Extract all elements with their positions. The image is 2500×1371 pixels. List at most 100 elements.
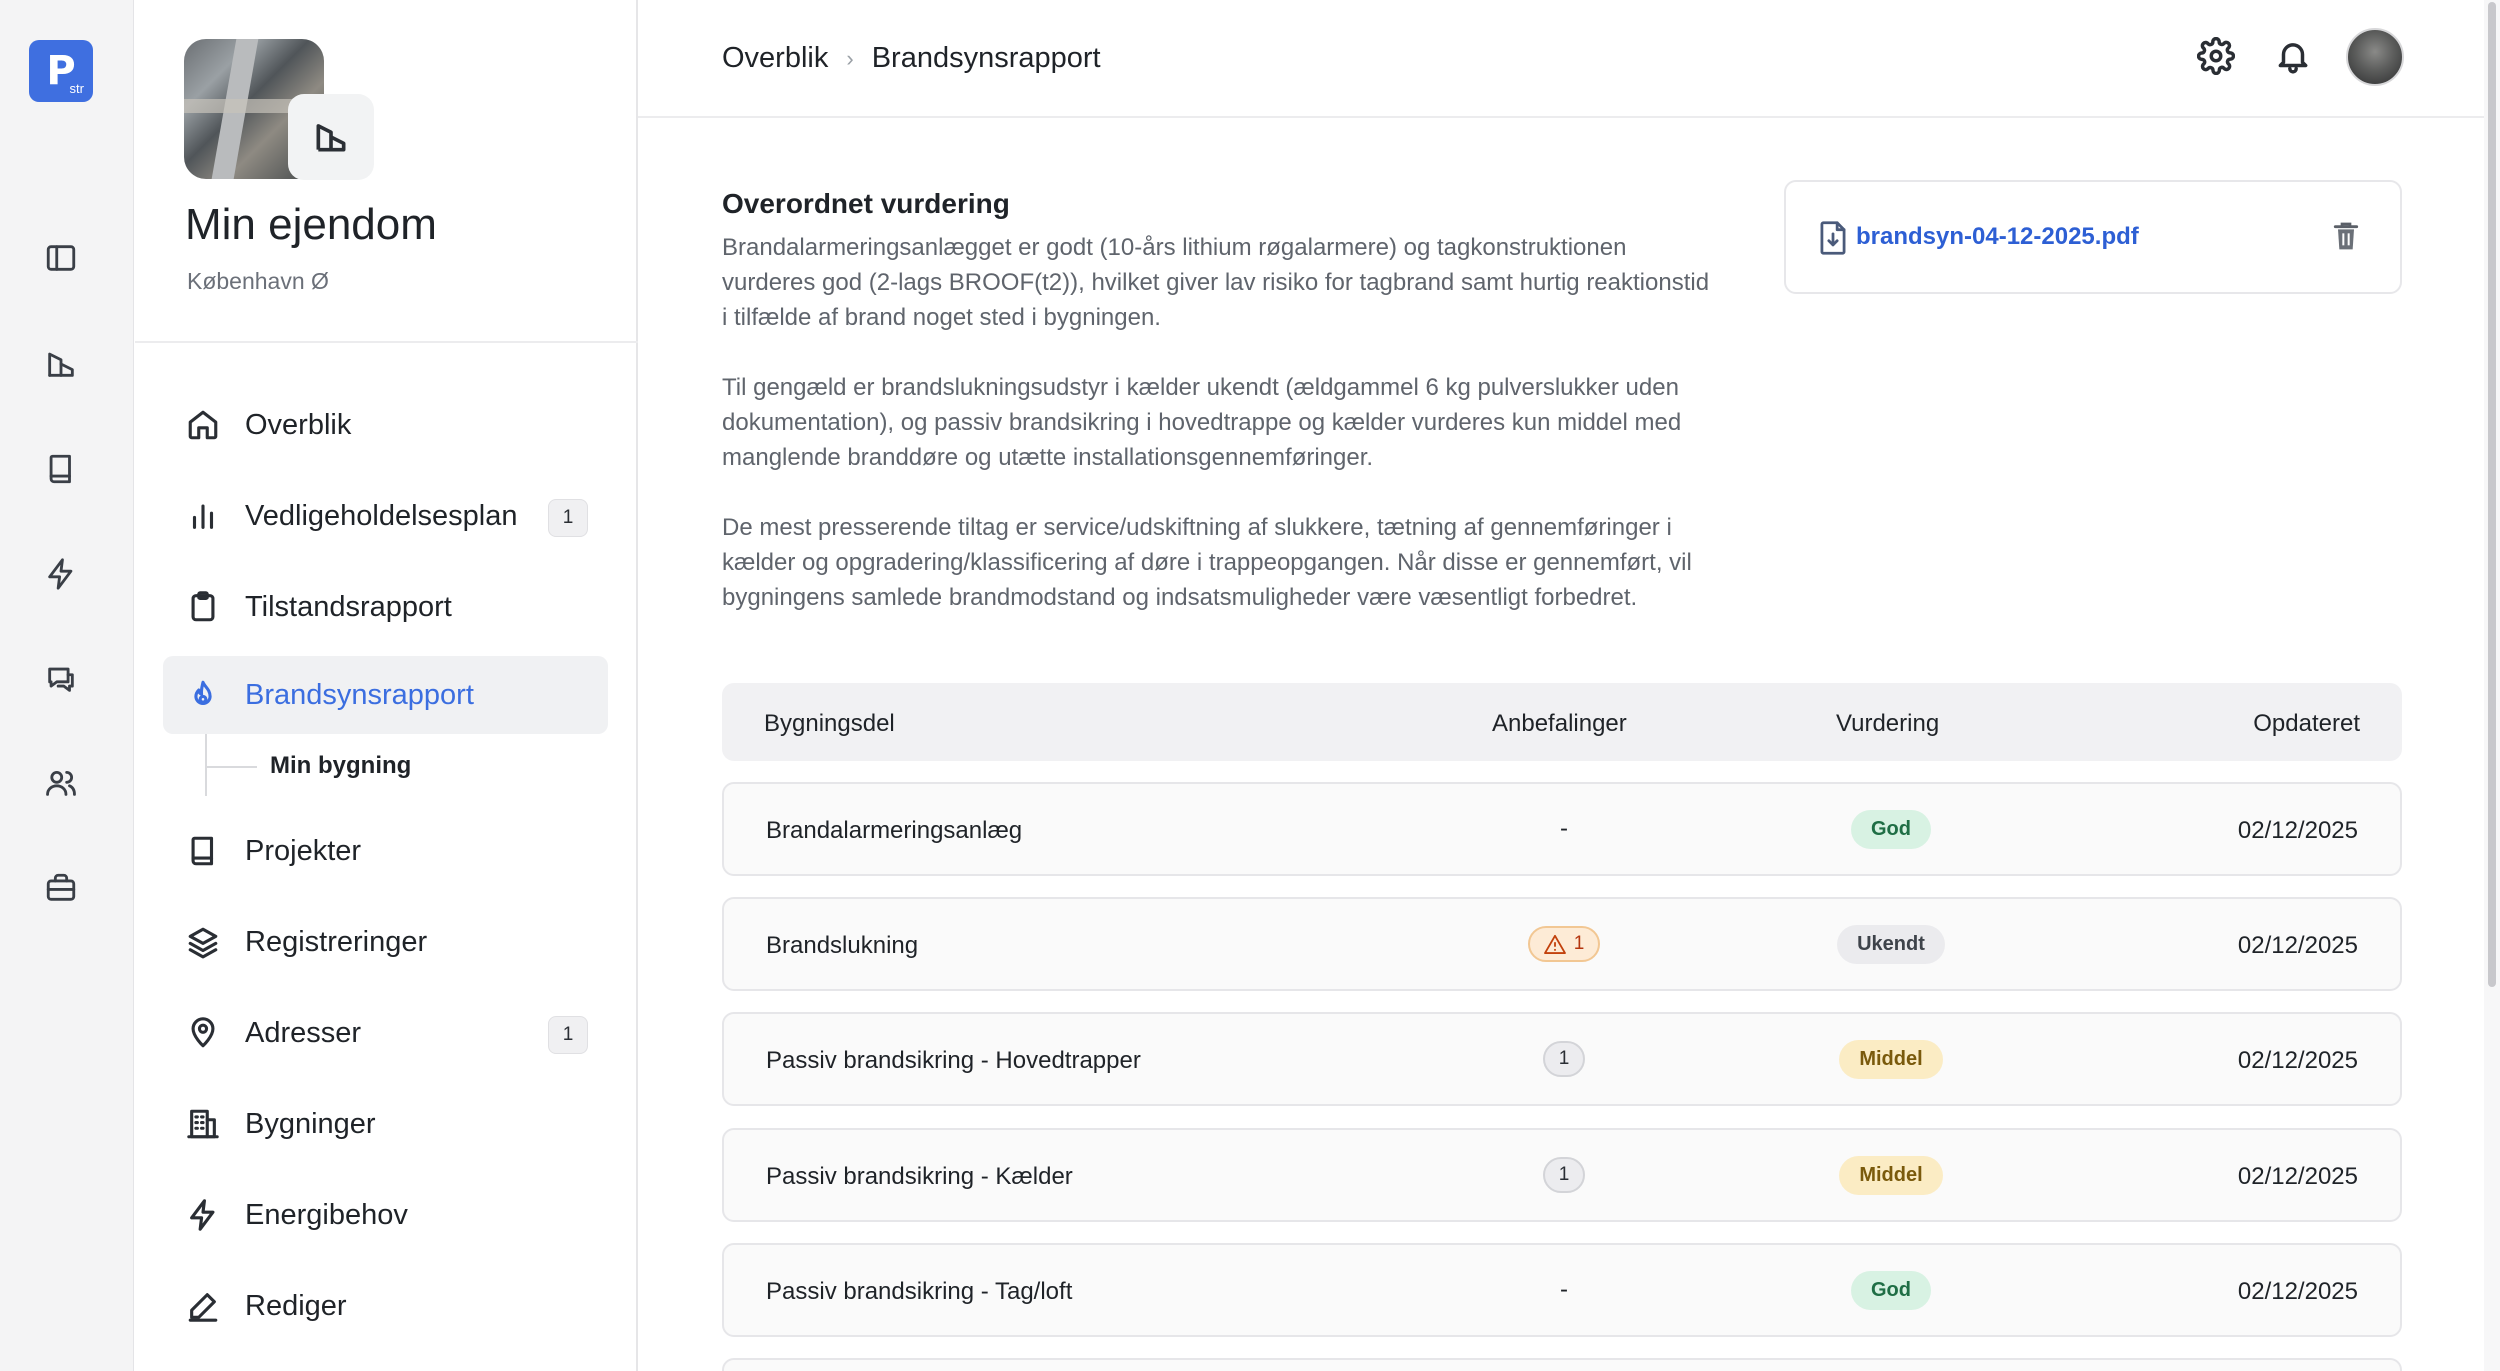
nav-item-brandsynsrapport[interactable]: Brandsynsrapport <box>163 656 608 734</box>
assessment-title: Overordnet vurdering <box>722 188 1010 219</box>
app-rail: P str <box>0 0 134 1371</box>
nav-label: Overblik <box>245 408 352 441</box>
nav-item-adresser[interactable]: Adresser 1 <box>163 994 608 1072</box>
column-header-bygningsdel[interactable]: Bygningsdel <box>764 710 895 738</box>
cell-updated: 02/12/2025 <box>2237 1278 2358 1305</box>
file-download-icon <box>1816 220 1852 256</box>
cell-updated: 02/12/2025 <box>2237 932 2358 959</box>
cell-updated: 02/12/2025 <box>2237 1163 2358 1190</box>
cell-updated: 02/12/2025 <box>2237 1047 2358 1074</box>
sidebar-divider <box>135 341 638 343</box>
office-building-icon <box>183 1104 223 1144</box>
bell-icon[interactable] <box>2271 34 2315 78</box>
cell-part: Passiv brandsikring - Kælder <box>766 1163 1073 1190</box>
property-location: København Ø <box>187 268 329 294</box>
table-row-partial[interactable] <box>722 1358 2402 1371</box>
file-card: brandsyn-04-12-2025.pdf <box>1784 180 2402 294</box>
breadcrumb-root[interactable]: Overblik <box>722 42 828 75</box>
cell-part: Brandslukning <box>766 932 919 959</box>
cell-recommendations: - <box>1560 815 1568 842</box>
cell-recommendations: - <box>1560 1276 1568 1303</box>
nav-item-bygninger[interactable]: Bygninger <box>163 1085 608 1163</box>
chevron-right-icon: › <box>846 45 854 71</box>
paragraph-line: dokumentation), og passiv brandsikring i… <box>722 409 1682 436</box>
table-header: Bygningsdel Anbefalinger Vurdering Opdat… <box>722 683 2402 761</box>
nav-label: Projekter <box>245 834 362 867</box>
paragraph-line: De mest presserende tiltag er service/ud… <box>722 514 1672 541</box>
column-header-opdateret[interactable]: Opdateret <box>2253 710 2360 738</box>
briefcase-icon[interactable] <box>40 867 82 909</box>
recommendation-count-badge: 1 <box>1542 1157 1586 1193</box>
cell-updated: 02/12/2025 <box>2237 817 2358 844</box>
column-header-anbefalinger[interactable]: Anbefalinger <box>1492 710 1627 738</box>
bar-chart-icon <box>183 496 223 536</box>
subnav-connector-h <box>205 766 257 768</box>
gear-icon[interactable] <box>2194 34 2238 78</box>
scrollbar-thumb[interactable] <box>2488 2 2496 987</box>
rating-badge: Middel <box>1839 1039 1943 1079</box>
recommendation-count-badge: 1 <box>1542 1041 1586 1077</box>
rating-badge: Ukendt <box>1837 924 1945 964</box>
building-icon <box>316 124 346 152</box>
table-row[interactable]: Passiv brandsikring - Hovedtrapper 1 Mid… <box>722 1012 2402 1106</box>
home-icon <box>183 405 223 445</box>
avatar[interactable] <box>2346 28 2404 86</box>
table-row[interactable]: Brandalarmeringsanlæg - God 02/12/2025 <box>722 782 2402 876</box>
layers-icon <box>183 922 223 962</box>
breadcrumb-current: Brandsynsrapport <box>871 42 1101 74</box>
table-row[interactable]: Passiv brandsikring - Tag/loft - God 02/… <box>722 1243 2402 1337</box>
book-icon[interactable] <box>40 448 82 490</box>
nav-label: Brandsynsrapport <box>245 678 474 711</box>
rating-badge: God <box>1851 809 1931 849</box>
cell-part: Brandalarmeringsanlæg <box>766 817 1023 844</box>
scrollbar[interactable] <box>2484 0 2500 1371</box>
rating-badge: Middel <box>1839 1155 1943 1195</box>
warning-icon <box>1543 934 1566 954</box>
paragraph-line: Til gengæld er brandslukningsudstyr i kæ… <box>722 374 1679 401</box>
cell-part: Passiv brandsikring - Tag/loft <box>766 1278 1073 1305</box>
sidebar-toggle-icon[interactable] <box>40 237 82 279</box>
paragraph-line: vurderes god (2-lags BROOF(t2)), hvilket… <box>722 269 1710 296</box>
nav-item-registreringer[interactable]: Registreringer <box>163 903 608 981</box>
lightning-icon[interactable] <box>40 553 82 595</box>
users-icon[interactable] <box>40 762 82 804</box>
nav-item-overblik[interactable]: Overblik <box>163 386 608 464</box>
paragraph-line: i tilfælde af brand noget sted i bygning… <box>722 304 1161 331</box>
map-pin-icon <box>183 1013 223 1053</box>
property-badge <box>288 94 374 180</box>
nav-label: Energibehov <box>245 1198 408 1231</box>
breadcrumb: Overblik › Brandsynsrapport <box>722 42 1101 75</box>
nav-label: Registreringer <box>245 925 428 958</box>
paragraph-line: Brandalarmeringsanlægget er godt (10-års… <box>722 234 1627 261</box>
table-row[interactable]: Passiv brandsikring - Kælder 1 Middel 02… <box>722 1128 2402 1222</box>
property-sidebar: Min ejendom København Ø Overblik Vedlige… <box>135 0 638 1371</box>
cell-part: Passiv brandsikring - Hovedtrapper <box>766 1047 1141 1074</box>
flame-icon <box>183 675 223 715</box>
file-link[interactable]: brandsyn-04-12-2025.pdf <box>1856 223 2139 251</box>
nav-label: Adresser <box>245 1016 362 1049</box>
assessment-paragraph: Til gengæld er brandslukningsudstyr i kæ… <box>722 370 1732 475</box>
nav-label: Tilstandsrapport <box>245 590 452 623</box>
nav-item-rediger[interactable]: Rediger <box>163 1267 608 1345</box>
recommendation-count: 1 <box>1573 933 1585 954</box>
subnav-item-min-bygning[interactable]: Min bygning <box>270 752 411 780</box>
column-header-vurdering[interactable]: Vurdering <box>1836 710 1939 738</box>
pen-icon <box>183 1286 223 1326</box>
assessment-paragraph: Brandalarmeringsanlægget er godt (10-års… <box>722 230 1732 335</box>
nav-item-tilstandsrapport[interactable]: Tilstandsrapport <box>163 568 608 646</box>
nav-label: Rediger <box>245 1289 347 1322</box>
count-badge: 1 <box>548 1016 588 1054</box>
nav-item-projekter[interactable]: Projekter <box>163 812 608 890</box>
table-row[interactable]: Brandslukning 1 Ukendt 02/12/2025 <box>722 897 2402 991</box>
building-icon[interactable] <box>40 343 82 385</box>
chat-icon[interactable] <box>40 658 82 700</box>
top-bar: Overblik › Brandsynsrapport <box>638 0 2500 118</box>
nav-item-energibehov[interactable]: Energibehov <box>163 1176 608 1254</box>
rating-badge: God <box>1851 1270 1931 1310</box>
app-logo[interactable]: P str <box>29 40 93 102</box>
count-badge: 1 <box>548 499 588 537</box>
logo-suffix: str <box>69 81 84 96</box>
trash-icon[interactable] <box>2330 218 2364 258</box>
paragraph-line: manglende branddøre og utætte installati… <box>722 444 1374 471</box>
nav-item-vedligeholdelsesplan[interactable]: Vedligeholdelsesplan 1 <box>163 477 608 555</box>
